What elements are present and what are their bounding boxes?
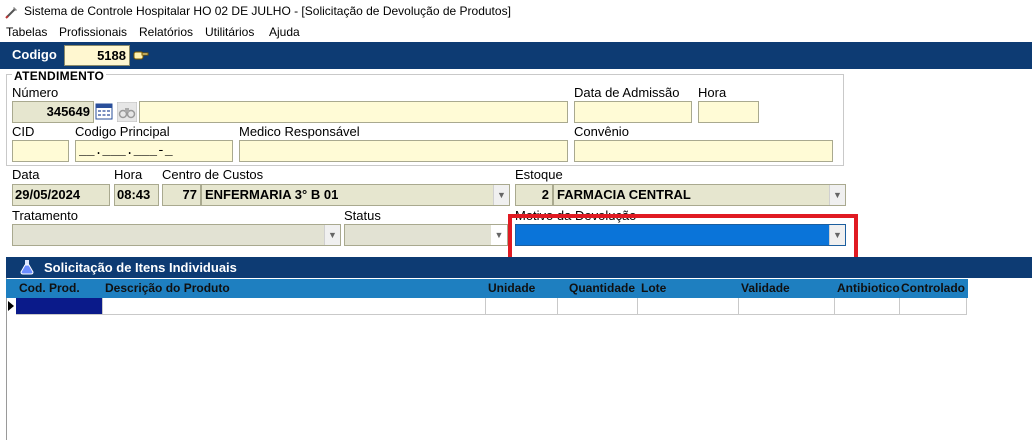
estoque-name: FARMACIA CENTRAL — [557, 187, 691, 202]
centro-code-field[interactable]: 77 — [162, 184, 201, 206]
col-antibiotico[interactable]: Antibiotico — [837, 281, 900, 295]
data-admissao-label: Data de Admissão — [574, 85, 680, 100]
convenio-field[interactable] — [574, 140, 833, 162]
estoque-code: 2 — [541, 187, 549, 202]
menu-tabelas[interactable]: Tabelas — [6, 25, 47, 39]
convenio-label: Convênio — [574, 124, 629, 139]
status-select[interactable]: ▼ — [344, 224, 508, 246]
cid-field[interactable] — [12, 140, 69, 162]
medico-field[interactable] — [239, 140, 568, 162]
centro-select[interactable]: ENFERMARIA 3° B 01 ▼ — [201, 184, 510, 206]
chevron-down-icon[interactable]: ▼ — [324, 225, 340, 245]
menu-ajuda[interactable]: Ajuda — [269, 25, 300, 39]
title-bar: Sistema de Controle Hospitalar HO 02 DE … — [0, 0, 1032, 24]
estoque-label: Estoque — [515, 167, 563, 182]
centro-custos-label: Centro de Custos — [162, 167, 264, 182]
code-bar: Codigo 5188 — [0, 42, 1032, 69]
data-label: Data — [12, 167, 40, 182]
grid-cell-controlado[interactable] — [900, 298, 967, 315]
codigo-principal-field[interactable]: __.___.___-_ — [75, 140, 233, 162]
estoque-code-field[interactable]: 2 — [515, 184, 553, 206]
grid-cell-quantidade[interactable] — [558, 298, 638, 315]
col-controlado[interactable]: Controlado — [901, 281, 965, 295]
hora-value: 08:43 — [117, 187, 151, 202]
menu-utilitarios[interactable]: Utilitários — [205, 25, 254, 39]
calendar-icon[interactable] — [95, 102, 113, 120]
grid-cell-descricao[interactable] — [103, 298, 486, 315]
codigo-principal-label: Codigo Principal — [75, 124, 170, 139]
hora-admissao-label: Hora — [698, 85, 727, 100]
hora-admissao-field[interactable] — [698, 101, 759, 123]
menu-profissionais[interactable]: Profissionais — [59, 25, 127, 39]
grid-cell-lote[interactable] — [638, 298, 739, 315]
tratamento-label: Tratamento — [12, 208, 78, 223]
col-cod-prod[interactable]: Cod. Prod. — [19, 281, 80, 295]
chevron-down-icon[interactable]: ▼ — [829, 185, 845, 205]
data-field[interactable]: 29/05/2024 — [12, 184, 110, 206]
code-field[interactable]: 5188 — [64, 45, 130, 66]
binoculars-icon[interactable] — [117, 102, 137, 122]
numero-label: Número — [12, 85, 59, 100]
flask-icon — [20, 260, 34, 275]
menu-bar: Tabelas Profissionais Relatórios Utilitá… — [0, 24, 1032, 42]
app-icon — [5, 7, 17, 19]
tratamento-select[interactable]: ▼ — [12, 224, 341, 246]
data-value: 29/05/2024 — [15, 187, 81, 202]
centro-name: ENFERMARIA 3° B 01 — [205, 187, 339, 202]
menu-relatorios[interactable]: Relatórios — [139, 25, 193, 39]
atendimento-title: ATENDIMENTO — [12, 69, 107, 83]
code-label: Codigo — [12, 47, 57, 62]
items-header: Solicitação de Itens Individuais — [6, 257, 1032, 278]
window-title: Sistema de Controle Hospitalar HO 02 DE … — [24, 4, 511, 18]
grid-cell-cod-prod[interactable] — [16, 298, 103, 315]
grid-cell-validade[interactable] — [739, 298, 835, 315]
col-validade[interactable]: Validade — [741, 281, 790, 295]
centro-code: 77 — [182, 187, 197, 202]
status-label: Status — [344, 208, 381, 223]
grid-cell-antibiotico[interactable] — [835, 298, 900, 315]
data-admissao-field[interactable] — [574, 101, 692, 123]
paciente-field[interactable] — [139, 101, 568, 123]
hora-field[interactable]: 08:43 — [114, 184, 159, 206]
grid-cell-unidade[interactable] — [486, 298, 558, 315]
col-descricao[interactable]: Descrição do Produto — [105, 281, 230, 295]
medico-label: Medico Responsável — [239, 124, 360, 139]
chevron-down-icon[interactable]: ▼ — [491, 225, 507, 245]
codigo-principal-mask: __.___.___-_ — [79, 143, 173, 158]
items-title: Solicitação de Itens Individuais — [44, 260, 237, 275]
hora-label: Hora — [114, 167, 143, 182]
row-indicator-icon — [8, 301, 14, 311]
numero-value: 345649 — [46, 104, 90, 119]
estoque-select[interactable]: FARMACIA CENTRAL ▼ — [553, 184, 846, 206]
numero-field[interactable]: 345649 — [12, 101, 94, 123]
col-unidade[interactable]: Unidade — [488, 281, 535, 295]
pointing-hand-icon[interactable] — [133, 47, 149, 63]
cid-label: CID — [12, 124, 35, 139]
chevron-down-icon[interactable]: ▼ — [493, 185, 509, 205]
grid-header: Cod. Prod. Descrição do Produto Unidade … — [6, 279, 968, 298]
col-lote[interactable]: Lote — [641, 281, 666, 295]
col-quantidade[interactable]: Quantidade — [569, 281, 635, 295]
